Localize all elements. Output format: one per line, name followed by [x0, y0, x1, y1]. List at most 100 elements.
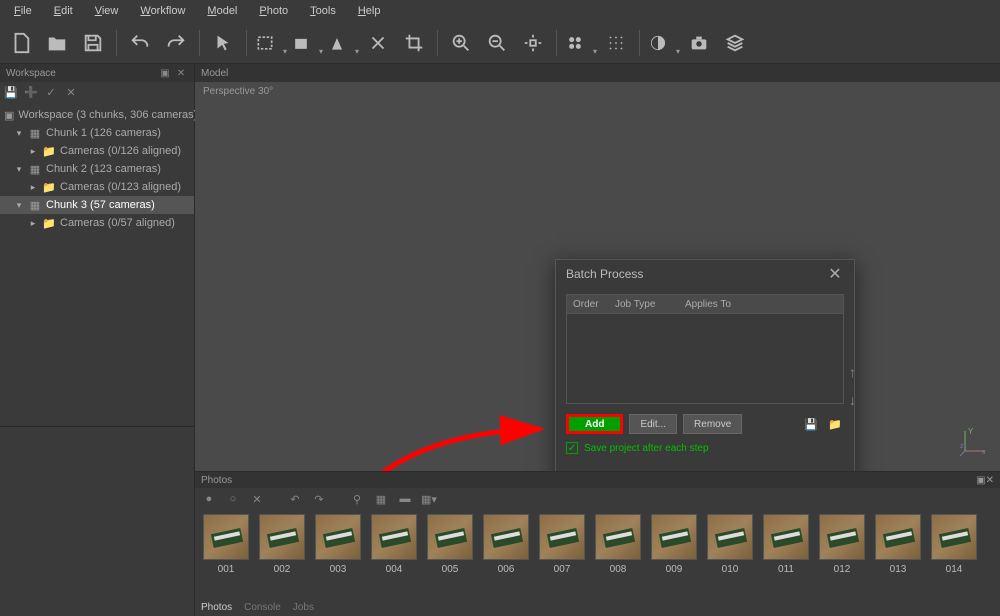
- point-cloud-icon[interactable]: [601, 28, 631, 58]
- thumbnail[interactable]: 004: [371, 514, 417, 575]
- remove-button[interactable]: Remove: [683, 414, 742, 434]
- thumbnail-image: [259, 514, 305, 560]
- viewport-tab[interactable]: Model: [201, 68, 228, 79]
- tree-chunk-2[interactable]: ▾ ▦ Chunk 2 (123 cameras): [0, 160, 194, 178]
- thumbnail[interactable]: 013: [875, 514, 921, 575]
- menu-model[interactable]: Model: [197, 2, 247, 20]
- thumbnail-image: [371, 514, 417, 560]
- caret-icon[interactable]: ▾: [14, 128, 24, 139]
- delete-icon[interactable]: [363, 28, 393, 58]
- thumbnail-strip[interactable]: 0010020030040050060070080090100110120130…: [195, 510, 1000, 579]
- rotate-right-icon[interactable]: ↷: [311, 491, 327, 507]
- move-tool-icon[interactable]: [291, 28, 321, 58]
- remove-photo-icon[interactable]: ✕: [249, 491, 265, 507]
- checkbox-icon[interactable]: ✓: [566, 442, 578, 454]
- caret-icon[interactable]: ▾: [14, 200, 24, 211]
- close-panel-icon[interactable]: ✕: [174, 66, 188, 80]
- chunk-icon: ▦: [28, 163, 42, 175]
- dialog-titlebar[interactable]: Batch Process ✕: [556, 260, 854, 288]
- zoom-fit-icon[interactable]: [518, 28, 548, 58]
- tab-console[interactable]: Console: [244, 602, 281, 613]
- disable-icon[interactable]: ○: [225, 491, 241, 507]
- viewport[interactable]: Model Perspective 30° Y x z Batch Proces…: [195, 64, 1000, 616]
- selection-rect-icon[interactable]: [255, 28, 285, 58]
- details-icon[interactable]: ▬: [397, 491, 413, 507]
- layers-icon[interactable]: [720, 28, 750, 58]
- thumbnail[interactable]: 005: [427, 514, 473, 575]
- crop-icon[interactable]: [399, 28, 429, 58]
- rotate-tool-icon[interactable]: [327, 28, 357, 58]
- job-list[interactable]: [566, 314, 844, 404]
- thumbnail[interactable]: 011: [763, 514, 809, 575]
- add-button[interactable]: Add: [566, 414, 623, 434]
- enable-icon[interactable]: ●: [201, 491, 217, 507]
- menu-workflow[interactable]: Workflow: [130, 2, 195, 20]
- mini-add-icon[interactable]: ➕: [24, 85, 38, 99]
- chunk-icon: ▦: [28, 127, 42, 139]
- workspace-header: Workspace ▣ ✕: [0, 64, 194, 82]
- dock-icon[interactable]: ▣: [976, 475, 985, 486]
- menu-photo[interactable]: Photo: [249, 2, 298, 20]
- menu-edit[interactable]: Edit: [44, 2, 83, 20]
- dock-icon[interactable]: ▣: [158, 66, 172, 80]
- filter-icon[interactable]: ⚲: [349, 491, 365, 507]
- folder-icon: 📁: [42, 145, 56, 157]
- save-list-icon[interactable]: 💾: [802, 416, 820, 432]
- move-down-icon[interactable]: ↓: [849, 392, 856, 408]
- view-mode-icon[interactable]: [565, 28, 595, 58]
- close-panel-icon[interactable]: ✕: [986, 475, 994, 486]
- menu-help[interactable]: Help: [348, 2, 391, 20]
- mini-close-icon[interactable]: ✕: [64, 85, 78, 99]
- tree-chunk-1[interactable]: ▾ ▦ Chunk 1 (126 cameras): [0, 124, 194, 142]
- undo-icon[interactable]: [125, 28, 155, 58]
- tree-cameras-1[interactable]: ▸ 📁 Cameras (0/126 aligned): [0, 142, 194, 160]
- zoom-in-icon[interactable]: [446, 28, 476, 58]
- menu-view[interactable]: View: [85, 2, 129, 20]
- mini-save-icon[interactable]: 💾: [4, 85, 18, 99]
- tree-root[interactable]: ▣ Workspace (3 chunks, 306 cameras): [0, 106, 194, 124]
- caret-icon[interactable]: ▸: [28, 218, 38, 229]
- thumbnail[interactable]: 012: [819, 514, 865, 575]
- edit-button[interactable]: Edit...: [629, 414, 677, 434]
- new-file-icon[interactable]: [6, 28, 36, 58]
- caret-icon[interactable]: ▾: [14, 164, 24, 175]
- thumbnail[interactable]: 008: [595, 514, 641, 575]
- open-folder-icon[interactable]: [42, 28, 72, 58]
- rotate-left-icon[interactable]: ↶: [287, 491, 303, 507]
- open-list-icon[interactable]: 📁: [826, 416, 844, 432]
- redo-icon[interactable]: [161, 28, 191, 58]
- save-after-step-row[interactable]: ✓ Save project after each step: [566, 442, 844, 454]
- tab-jobs[interactable]: Jobs: [293, 602, 314, 613]
- save-icon[interactable]: [78, 28, 108, 58]
- col-order[interactable]: Order: [567, 299, 609, 310]
- thumbnail[interactable]: 010: [707, 514, 753, 575]
- workspace-lower-area: [0, 426, 194, 616]
- shading-icon[interactable]: [648, 28, 678, 58]
- dialog-close-icon[interactable]: ✕: [826, 265, 844, 283]
- mask-icon[interactable]: ▦: [373, 491, 389, 507]
- tree-cameras-2[interactable]: ▸ 📁 Cameras (0/123 aligned): [0, 178, 194, 196]
- mini-check-icon[interactable]: ✓: [44, 85, 58, 99]
- menu-file[interactable]: File: [4, 2, 42, 20]
- menu-tools[interactable]: Tools: [300, 2, 346, 20]
- workspace-icon: ▣: [4, 109, 14, 121]
- thumbnail[interactable]: 002: [259, 514, 305, 575]
- tree-cameras-3[interactable]: ▸ 📁 Cameras (0/57 aligned): [0, 214, 194, 232]
- pointer-icon[interactable]: [208, 28, 238, 58]
- caret-icon[interactable]: ▸: [28, 146, 38, 157]
- thumbnail[interactable]: 009: [651, 514, 697, 575]
- col-jobtype[interactable]: Job Type: [609, 299, 679, 310]
- thumbnail[interactable]: 003: [315, 514, 361, 575]
- thumbnail[interactable]: 001: [203, 514, 249, 575]
- thumbnail[interactable]: 006: [483, 514, 529, 575]
- camera-icon[interactable]: [684, 28, 714, 58]
- tab-photos[interactable]: Photos: [201, 602, 232, 613]
- thumbnail[interactable]: 007: [539, 514, 585, 575]
- move-up-icon[interactable]: ↑: [849, 364, 856, 380]
- caret-icon[interactable]: ▸: [28, 182, 38, 193]
- tree-chunk-3[interactable]: ▾ ▦ Chunk 3 (57 cameras): [0, 196, 194, 214]
- thumbnail[interactable]: 014: [931, 514, 977, 575]
- col-applies[interactable]: Applies To: [679, 299, 843, 310]
- zoom-out-icon[interactable]: [482, 28, 512, 58]
- thumb-size-icon[interactable]: ▦▾: [421, 491, 437, 507]
